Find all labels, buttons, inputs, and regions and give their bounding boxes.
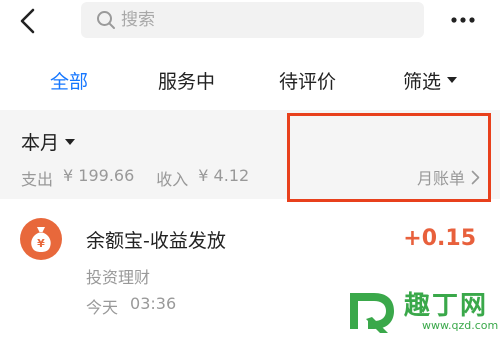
tab-filter[interactable]: 筛选 (403, 58, 458, 102)
filter-tabs: 全部 服务中 待评价 筛选 (0, 58, 500, 102)
caret-down-icon (447, 77, 458, 83)
expense-label: 支出 (21, 170, 54, 189)
transaction-timestamp: 今天 03:36 (86, 294, 176, 318)
search-icon (95, 9, 117, 31)
tab-filter-label: 筛选 (403, 70, 442, 93)
back-button[interactable] (10, 4, 46, 38)
search-input[interactable] (121, 5, 401, 35)
svg-text:¥: ¥ (37, 237, 45, 250)
highlight-annotation (287, 113, 491, 202)
money-bag-icon: ¥ (20, 218, 62, 260)
more-horizontal-icon (451, 17, 475, 23)
tab-to-review-label: 待评价 (279, 70, 337, 93)
income-value: ¥ 4.12 (198, 166, 250, 185)
transaction-amount: +0.15 (403, 226, 476, 251)
transaction-title: 余额宝-收益发放 (86, 230, 226, 252)
expense-value: ¥ 199.66 (63, 166, 135, 185)
more-button[interactable] (446, 4, 480, 36)
income-label: 收入 (156, 170, 189, 189)
transaction-category: 投资理财 (86, 268, 151, 287)
chevron-left-icon (20, 8, 35, 34)
bill-page: 全部 服务中 待评价 筛选 本月 支出 ¥ 199.66 收入 ¥ 4.12 月… (0, 0, 500, 339)
caret-down-icon (65, 138, 76, 145)
tab-in-service[interactable]: 服务中 (158, 58, 215, 102)
transaction-row[interactable]: ¥ 余额宝-收益发放 +0.15 投资理财 今天 03:36 (0, 214, 500, 339)
tab-all-label: 全部 (50, 70, 89, 93)
month-title: 本月 (21, 132, 60, 154)
search-bar[interactable] (81, 2, 424, 38)
tab-to-review[interactable]: 待评价 (279, 58, 336, 102)
top-bar (0, 0, 500, 44)
transaction-date: 今天 (86, 298, 119, 317)
tab-in-service-label: 服务中 (158, 70, 216, 93)
tab-all[interactable]: 全部 (50, 58, 88, 102)
month-stats: 支出 ¥ 199.66 收入 ¥ 4.12 (21, 166, 249, 190)
transaction-time: 03:36 (130, 294, 177, 313)
month-selector[interactable]: 本月 (21, 128, 76, 155)
